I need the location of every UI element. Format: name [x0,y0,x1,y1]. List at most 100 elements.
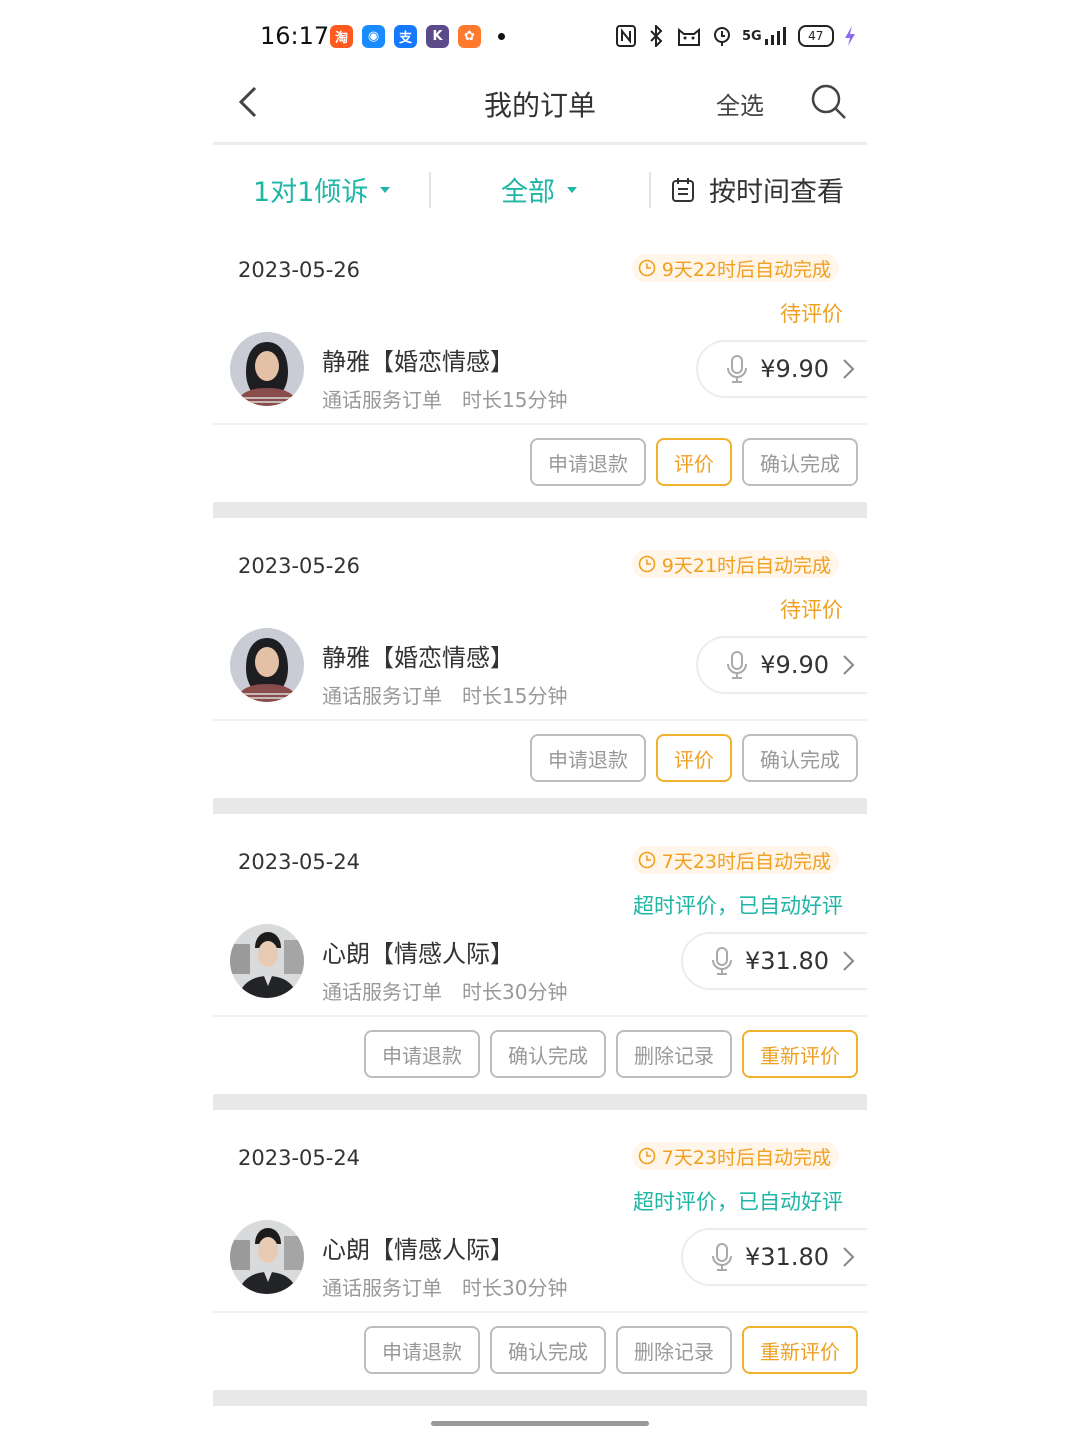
order-card: 2023-05-24 7天23时后自动完成 超时评价，已自动好评 心朗【情感人际… [213,1124,867,1406]
auto-complete-badge: 9天21时后自动完成 [631,550,839,578]
price-detail-button[interactable]: ¥9.90 [696,340,867,398]
service-type: 通话服务订单 [322,980,442,1004]
charging-icon [844,24,856,48]
select-all-button[interactable]: 全选 [716,86,764,121]
status-filter[interactable]: 全部 [501,170,577,209]
refund-button[interactable]: 申请退款 [530,734,646,782]
caret-down-icon [567,186,577,193]
system-icons: 5G 47 [616,24,856,48]
order-card: 2023-05-26 9天21时后自动完成 待评价 静雅【婚恋情感】 通话服务订… [213,532,867,814]
avatar[interactable] [230,628,304,702]
price-detail-button[interactable]: ¥31.80 [681,1228,867,1286]
order-price: ¥9.90 [760,355,829,383]
microphone-icon [727,651,748,679]
order-date: 2023-05-26 [238,554,361,578]
order-actions: 申请退款 确认完成 删除记录 重新评价 [364,1030,858,1078]
service-duration: 时长30分钟 [462,1276,568,1300]
order-status: 待评价 [780,302,843,326]
order-status: 超时评价，已自动好评 [633,1190,843,1214]
orders-screen: 我的订单 全选 1对1倾诉 全部 按时间查看 2023-05-26 9天22时后… [213,76,867,1440]
delete-record-button[interactable]: 删除记录 [616,1326,732,1374]
countdown-text: 7天23时后自动完成 [661,1146,831,1169]
auto-complete-badge: 9天22时后自动完成 [631,254,839,282]
taobao-icon: 淘 [330,25,353,48]
consultant-name: 静雅【婚恋情感】 [322,348,514,376]
review-button[interactable]: 评价 [656,734,732,782]
cat-icon [676,24,702,48]
price-detail-button[interactable]: ¥9.90 [696,636,867,694]
battery-icon: 47 [797,25,834,47]
section-separator [213,502,867,518]
filter-divider [429,172,431,208]
microphone-icon [727,355,748,383]
time-view-label: 按时间查看 [709,177,844,208]
section-separator [213,1390,867,1406]
consultant-name: 心朗【情感人际】 [322,940,514,968]
section-separator [213,1094,867,1110]
category-filter-label: 1对1倾诉 [253,177,369,208]
network-label: 5G [742,28,762,44]
time-view-button[interactable]: 按时间查看 [671,170,844,209]
calendar-icon [672,177,694,202]
delete-record-button[interactable]: 删除记录 [616,1030,732,1078]
alipay-icon: 支 [394,25,417,48]
countdown-text: 9天21时后自动完成 [661,554,831,577]
more-notifications-dot [498,33,505,40]
consultant-name: 静雅【婚恋情感】 [322,644,514,672]
filter-divider [649,172,651,208]
clock-icon [638,1147,656,1165]
confirm-complete-button[interactable]: 确认完成 [490,1030,606,1078]
alarm-icon [712,24,732,48]
service-type: 通话服务订单 [322,388,442,412]
k-app-icon: K [426,25,449,48]
signal-icon: 5G [742,24,788,48]
service-duration: 时长15分钟 [462,684,568,708]
filter-bar: 1对1倾诉 全部 按时间查看 [213,152,867,222]
avatar[interactable] [230,1220,304,1294]
back-button[interactable] [231,84,267,120]
order-date: 2023-05-24 [238,1146,361,1170]
refund-button[interactable]: 申请退款 [530,438,646,486]
avatar[interactable] [230,332,304,406]
order-actions: 申请退款 确认完成 删除记录 重新评价 [364,1326,858,1374]
clock-icon [638,259,656,277]
service-duration: 时长30分钟 [462,980,568,1004]
status-filter-label: 全部 [501,177,555,208]
chevron-right-icon [843,359,855,379]
page-title: 我的订单 [483,89,596,122]
refund-button[interactable]: 申请退款 [364,1030,480,1078]
order-status: 待评价 [780,598,843,622]
qq-icon: ◉ [362,25,385,48]
consultant-name: 心朗【情感人际】 [322,1236,514,1264]
status-time: 16:17 [260,22,330,50]
price-detail-button[interactable]: ¥31.80 [681,932,867,990]
confirm-complete-button[interactable]: 确认完成 [742,734,858,782]
countdown-text: 7天23时后自动完成 [661,850,831,873]
re-review-button[interactable]: 重新评价 [742,1030,858,1078]
re-review-button[interactable]: 重新评价 [742,1326,858,1374]
search-button[interactable] [809,82,849,122]
service-info: 通话服务订单 时长15分钟 [322,384,567,413]
top-nav-bar: 我的订单 全选 [213,76,867,145]
chevron-right-icon [843,655,855,675]
avatar[interactable] [230,924,304,998]
service-info: 通话服务订单 时长30分钟 [322,1272,567,1301]
microphone-icon [712,1243,733,1271]
review-button[interactable]: 评价 [656,438,732,486]
category-filter[interactable]: 1对1倾诉 [253,170,391,209]
service-duration: 时长15分钟 [462,388,568,412]
refund-button[interactable]: 申请退款 [364,1326,480,1374]
divider [213,719,867,721]
order-card: 2023-05-26 9天22时后自动完成 待评价 静雅【婚恋情感】 通话服务订… [213,236,867,518]
section-separator [213,798,867,814]
search-icon [811,84,846,119]
confirm-complete-button[interactable]: 确认完成 [490,1326,606,1374]
nfc-icon [616,24,636,48]
divider [213,423,867,425]
chevron-right-icon [843,951,855,971]
chevron-left-icon [238,86,257,118]
order-actions: 申请退款 评价 确认完成 [530,438,858,486]
home-indicator[interactable] [431,1421,649,1426]
auto-complete-badge: 7天23时后自动完成 [631,846,839,874]
confirm-complete-button[interactable]: 确认完成 [742,438,858,486]
